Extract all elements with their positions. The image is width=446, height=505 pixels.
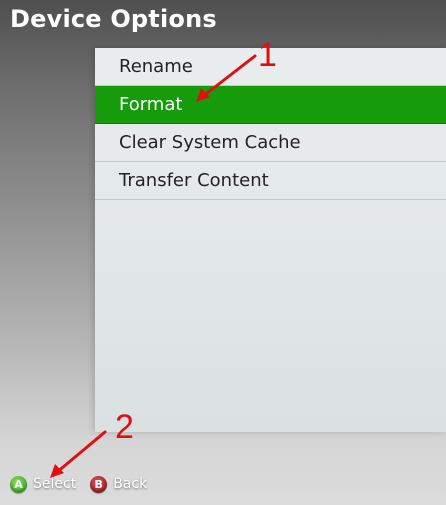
select-label: Select: [33, 476, 77, 492]
back-hint[interactable]: B Back: [90, 475, 148, 493]
back-label: Back: [113, 476, 148, 492]
device-options-menu-panel: Rename Format Clear System Cache Transfe…: [95, 48, 446, 432]
select-hint[interactable]: A Select: [10, 475, 77, 493]
a-button-icon: A: [10, 475, 27, 493]
b-button-icon: B: [90, 475, 108, 493]
arrow-2-shaft: [54, 430, 107, 475]
menu-item-format[interactable]: Format: [95, 86, 446, 124]
page-title: Device Options: [10, 5, 217, 33]
button-hints-bar: A Select B Back: [10, 474, 155, 494]
menu-item-clear-system-cache[interactable]: Clear System Cache: [95, 124, 446, 162]
annotation-number-1: 1: [258, 36, 277, 74]
menu-item-transfer-content[interactable]: Transfer Content: [95, 162, 446, 200]
annotation-number-2: 2: [115, 408, 134, 446]
